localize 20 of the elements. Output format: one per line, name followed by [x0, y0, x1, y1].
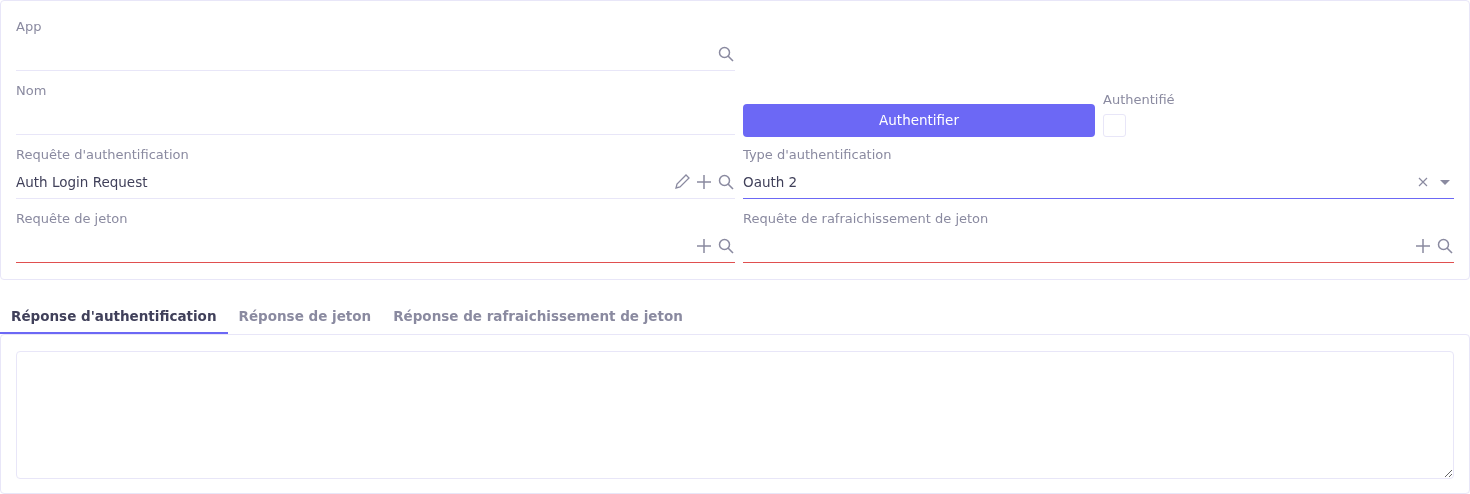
field-label: Type d'authentification: [743, 146, 893, 164]
field-label: Nom: [16, 82, 48, 100]
input-field[interactable]: Auth Login Request: [16, 165, 735, 199]
field-label: Requête de rafraichissement de jeton: [743, 210, 990, 228]
plus-icon[interactable]: [695, 236, 713, 255]
tab[interactable]: Réponse d'authentification: [0, 300, 228, 334]
field-label: App: [16, 18, 43, 36]
plus-icon[interactable]: [1414, 236, 1432, 255]
field-label: Requête de jeton: [16, 210, 129, 228]
checkbox-label: Authentifié: [1103, 91, 1175, 109]
search-icon[interactable]: [1436, 236, 1454, 255]
pencil-icon[interactable]: [673, 172, 691, 191]
checkbox[interactable]: [1103, 114, 1126, 137]
field-label: Requête d'authentification: [16, 146, 190, 164]
search-icon[interactable]: [717, 172, 735, 191]
authenticate-button[interactable]: Authentifier: [743, 104, 1095, 137]
plus-icon[interactable]: [695, 172, 713, 191]
search-icon[interactable]: [717, 44, 735, 63]
search-icon[interactable]: [717, 236, 735, 255]
input-field[interactable]: Oauth 2: [743, 165, 1454, 199]
